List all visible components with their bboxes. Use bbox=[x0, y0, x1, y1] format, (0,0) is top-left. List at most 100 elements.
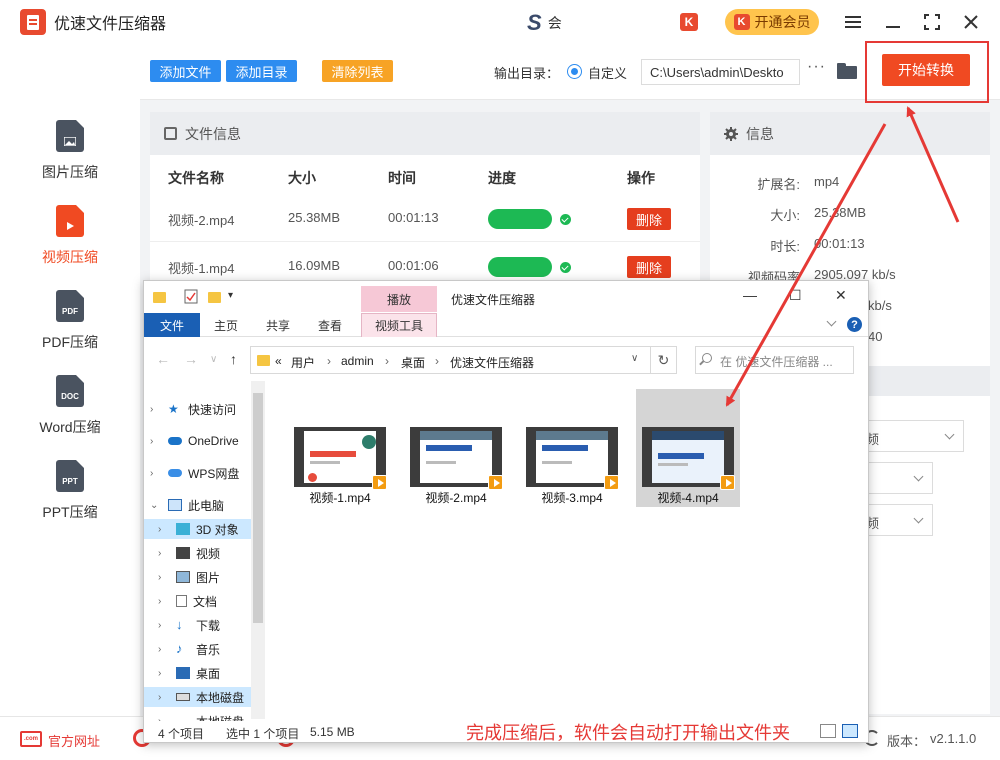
expand-arrow-icon[interactable]: › bbox=[158, 548, 166, 559]
tree-item-local-disk[interactable]: › 本地磁盘 bbox=[144, 687, 252, 707]
done-check-icon bbox=[560, 214, 571, 225]
tree-scrollbar[interactable] bbox=[251, 381, 265, 719]
tree-item-desktop[interactable]: › 桌面 bbox=[158, 663, 220, 683]
vip-k-icon: K bbox=[733, 14, 750, 30]
tree-item-videos[interactable]: › 视频 bbox=[158, 543, 220, 563]
expand-arrow-icon[interactable]: › bbox=[158, 620, 166, 631]
scrollbar-thumb[interactable] bbox=[253, 393, 263, 623]
menu-icon[interactable] bbox=[841, 10, 865, 34]
official-site-link[interactable]: 官方网址 bbox=[48, 731, 100, 750]
close-icon[interactable]: ✕ bbox=[835, 287, 847, 304]
ext-label: 扩展名: bbox=[757, 177, 800, 192]
tree-item-local-disk-2[interactable]: › 本地磁盘 bbox=[158, 711, 244, 722]
tab-file[interactable]: 文件 bbox=[144, 313, 200, 337]
tree-label: 3D 对象 bbox=[196, 522, 239, 537]
add-directory-button[interactable]: 添加目录 bbox=[226, 60, 297, 82]
file-name: 视频-3.mp4 bbox=[541, 491, 603, 505]
crumb-separator: › bbox=[327, 354, 331, 368]
expand-arrow-icon[interactable]: › bbox=[158, 596, 166, 607]
nav-item-ppt[interactable]: PPT PPT压缩 bbox=[0, 460, 140, 540]
maximize-icon[interactable] bbox=[920, 10, 944, 34]
play-context-tab[interactable]: 播放 bbox=[361, 286, 437, 312]
tree-item-3d-objects[interactable]: › 3D 对象 bbox=[144, 519, 252, 539]
delete-button[interactable]: 删除 bbox=[627, 208, 671, 230]
nav-item-pdf[interactable]: PDF PDF压缩 bbox=[0, 290, 140, 370]
large-icons-view-icon[interactable] bbox=[842, 724, 858, 738]
expand-arrow-icon[interactable]: › bbox=[150, 468, 158, 479]
expand-arrow-icon[interactable]: › bbox=[158, 524, 166, 535]
table-row[interactable]: 视频-2.mp4 25.38MB 00:01:13 删除 bbox=[150, 194, 700, 242]
tree-item-pictures[interactable]: › 图片 bbox=[158, 567, 220, 587]
file-grid: 视频-1.mp4 视频-2.mp4 视频-3.mp4 视频-4.mp4 完成压缩… bbox=[274, 381, 860, 743]
details-view-icon[interactable] bbox=[820, 724, 836, 738]
tree-item-this-pc[interactable]: ⌄ 此电脑 bbox=[150, 495, 224, 515]
tree-item-music[interactable]: › ♪ 音乐 bbox=[158, 639, 220, 659]
crumb-admin[interactable]: admin bbox=[341, 354, 374, 368]
close-icon[interactable] bbox=[959, 10, 983, 34]
play-badge-icon bbox=[372, 475, 387, 490]
add-file-button[interactable]: 添加文件 bbox=[150, 60, 221, 82]
nav-item-word[interactable]: DOC Word压缩 bbox=[0, 375, 140, 455]
crumb-desktop[interactable]: 桌面 bbox=[401, 354, 425, 371]
col-time: 时间 bbox=[388, 170, 416, 186]
tab-video-tools[interactable]: 视频工具 bbox=[361, 313, 437, 337]
forward-arrow-icon[interactable]: → bbox=[184, 351, 198, 367]
tab-home[interactable]: 主页 bbox=[206, 313, 246, 337]
vip-button[interactable]: K 开通会员 bbox=[725, 9, 819, 35]
nav-item-image[interactable]: 图片压缩 bbox=[0, 120, 140, 200]
tab-view[interactable]: 查看 bbox=[310, 313, 350, 337]
expand-arrow-icon[interactable]: › bbox=[150, 436, 158, 447]
help-icon[interactable]: ? bbox=[847, 317, 862, 332]
tab-share[interactable]: 共享 bbox=[258, 313, 298, 337]
recent-chevron-icon[interactable]: ∨ bbox=[210, 354, 217, 365]
address-dropdown-icon[interactable]: ∨ bbox=[631, 353, 638, 364]
tree-item-downloads[interactable]: › ↓ 下载 bbox=[158, 615, 220, 635]
properties-icon[interactable] bbox=[184, 289, 198, 304]
expand-arrow-icon[interactable]: › bbox=[158, 668, 166, 679]
collapse-arrow-icon[interactable]: ⌄ bbox=[150, 500, 158, 511]
progress-bar bbox=[488, 257, 552, 277]
back-arrow-icon[interactable]: ← bbox=[156, 351, 170, 367]
open-folder-icon[interactable] bbox=[837, 63, 857, 79]
ribbon-expand-icon[interactable] bbox=[826, 316, 837, 327]
crumb-users[interactable]: 用户 bbox=[291, 354, 315, 371]
file-item-video-4[interactable]: 视频-4.mp4 bbox=[636, 389, 740, 507]
output-dir-label: 输出目录： bbox=[494, 66, 560, 81]
nav-item-video[interactable]: 视频压缩 bbox=[0, 205, 140, 285]
nav-label-ppt: PPT压缩 bbox=[42, 504, 98, 520]
output-path-field[interactable]: C:\Users\admin\Deskto bbox=[641, 59, 800, 85]
file-name: 视频-4.mp4 bbox=[657, 491, 719, 505]
browse-more-button[interactable]: ··· bbox=[807, 58, 826, 76]
file-item-video-3[interactable]: 视频-3.mp4 bbox=[520, 389, 624, 507]
file-item-video-2[interactable]: 视频-2.mp4 bbox=[404, 389, 508, 507]
tree-item-documents[interactable]: › 文档 bbox=[158, 591, 217, 611]
download-icon: ↓ bbox=[176, 617, 183, 632]
new-folder-icon[interactable] bbox=[208, 292, 221, 303]
tree-item-quick-access[interactable]: › ★ 快速访问 bbox=[150, 399, 236, 419]
minimize-icon[interactable]: — bbox=[743, 287, 757, 303]
up-arrow-icon[interactable]: ↑ bbox=[230, 351, 237, 367]
expand-arrow-icon[interactable]: › bbox=[158, 692, 166, 703]
tree-item-wps[interactable]: › WPS网盘 bbox=[150, 463, 239, 483]
clear-list-button[interactable]: 清除列表 bbox=[322, 60, 393, 82]
expand-arrow-icon[interactable]: › bbox=[158, 572, 166, 583]
file-item-video-1[interactable]: 视频-1.mp4 bbox=[288, 389, 392, 507]
customize-qa-icon[interactable]: ▾ bbox=[228, 290, 233, 301]
maximize-icon[interactable]: ☐ bbox=[789, 287, 802, 304]
tree-item-onedrive[interactable]: › OneDrive bbox=[150, 431, 239, 451]
crumb-folder[interactable]: 优速文件压缩器 bbox=[450, 354, 534, 371]
address-overflow[interactable]: « bbox=[275, 354, 282, 368]
minimize-icon[interactable] bbox=[881, 10, 905, 34]
info-title: 信息 bbox=[746, 125, 774, 142]
custom-radio[interactable] bbox=[567, 64, 582, 79]
expand-arrow-icon[interactable]: › bbox=[150, 404, 158, 415]
audio-bitrate-value: kb/s bbox=[868, 298, 892, 313]
chevron-down-icon bbox=[913, 471, 924, 482]
start-convert-button[interactable]: 开始转换 bbox=[882, 54, 970, 86]
refresh-icon[interactable]: ↻ bbox=[651, 346, 677, 374]
expand-arrow-icon[interactable]: › bbox=[158, 644, 166, 655]
k-badge-icon[interactable]: K bbox=[680, 13, 698, 31]
search-input[interactable]: 在 优速文件压缩器 ... bbox=[695, 346, 854, 374]
delete-button[interactable]: 删除 bbox=[627, 256, 671, 278]
address-bar[interactable]: « 用户 › admin › 桌面 › 优速文件压缩器 ∨ bbox=[250, 346, 651, 374]
